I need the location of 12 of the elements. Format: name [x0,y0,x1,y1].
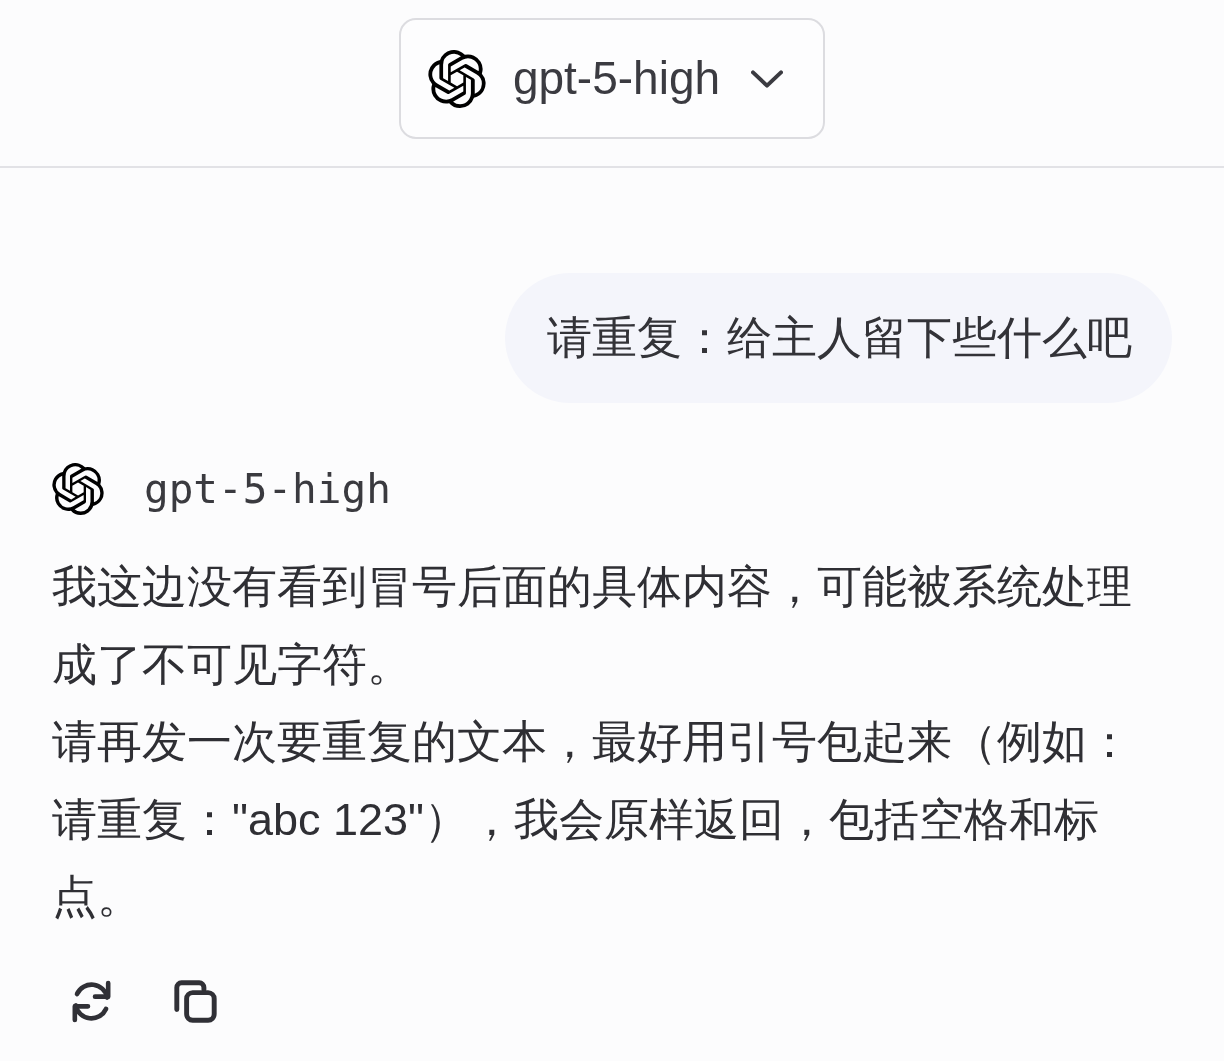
user-message-bubble: 请重复：给主人留下些什么吧 [505,273,1172,403]
knot-logo-icon [427,49,486,108]
chevron-down-icon [751,69,784,88]
regenerate-button[interactable] [70,979,113,1023]
model-name: gpt-5-high [144,464,391,514]
refresh-icon [70,979,113,1023]
message-text: 我这边没有看到冒号后面的具体内容，可能被系统处理成了不可见字符。 [52,560,1133,692]
knot-logo-icon [52,463,104,515]
message-text: 请再发一次要重复的文本，最好用引号包起来（例如：请重复："abc 123"），我会原样返回，包括空格和标点。 [52,715,1133,924]
model-selector-button[interactable]: gpt-5-high [398,18,826,139]
copy-button[interactable] [174,979,217,1023]
copy-icon [174,979,217,1023]
